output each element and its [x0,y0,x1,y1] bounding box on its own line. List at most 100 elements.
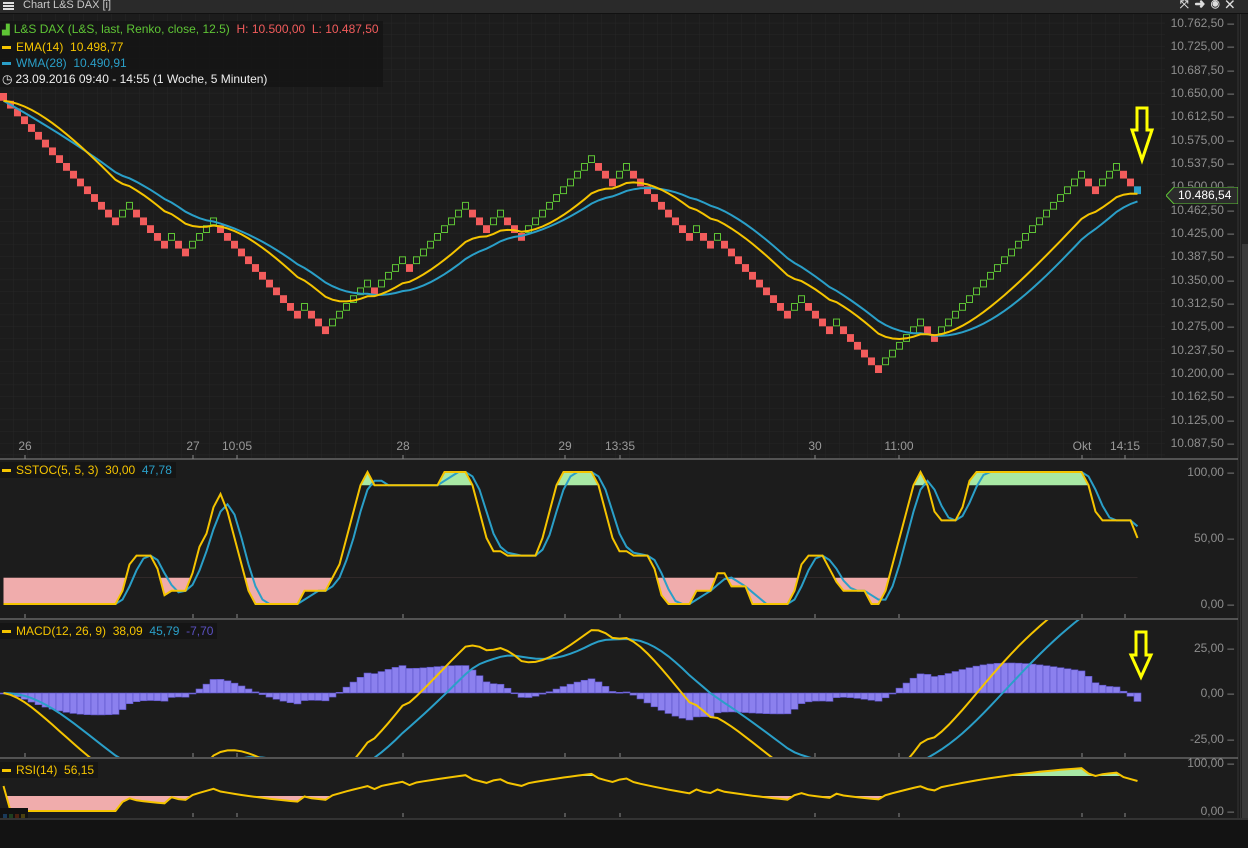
price-axis-label: 10.725,00 [1171,39,1234,53]
time-axis-label: 13:35 [604,439,636,453]
macd-histogram-bar [433,666,442,694]
macd-histogram-bar [706,692,715,718]
macd-histogram-bar [230,682,239,694]
macd-histogram-bar [895,687,904,694]
time-axis-label: 10:05 [221,439,253,453]
macd-histogram-bar [881,692,890,699]
price-axis-label: 10.612,50 [1171,109,1234,123]
rsi-panel [2,767,1138,812]
macd-histogram-bar [888,692,897,695]
macd-histogram-bar [202,683,211,694]
macd-histogram-bar [167,692,176,698]
rsi-oversold-fill [3,796,1138,811]
instrument-label: L&S DAX (L&S, last, Renko, close, 12.5) [13,22,230,36]
price-axis-label: 10.200,00 [1171,366,1234,380]
macd-histogram-bar [1042,665,1051,694]
macd-histogram-bar [545,691,554,694]
macd-histogram-bar [76,692,85,715]
renko-brick-down [175,240,182,249]
renko-brick-down [49,147,56,156]
macd-histogram-bar [538,692,547,695]
ema-label: EMA(14) [16,40,64,54]
macd-histogram-bar [818,692,827,702]
chart-canvas[interactable] [0,0,1248,846]
macd-histogram-bar [657,692,666,711]
macd-histogram-bar [958,669,967,694]
macd-label: MACD(12, 26, 9) [16,624,107,638]
macd-histogram-bar [335,691,344,694]
macd-histogram-bar [363,672,372,694]
macd-histogram-bar [573,681,582,694]
macd-histogram-bar [174,692,183,698]
macd-histogram-bar [223,680,232,694]
renko-brick-down [35,131,42,140]
main-legend: ▟ L&S DAX (L&S, last, Renko, close, 12.5)… [0,21,383,87]
macd-histogram-bar [1126,692,1135,697]
sstoc-legend: SSTOC(5, 5, 3) 30,00 47,78 [0,462,176,478]
macd-histogram-bar [643,692,652,704]
rsi-legend: RSI(14) 56,15 [0,762,99,778]
sstoc-axis-label: 100,00 [1187,465,1234,479]
macd-value: 38,09 [112,624,143,638]
price-axis-label: 10.237,50 [1171,343,1234,357]
macd-hist-value: -7,70 [186,624,214,638]
macd-histogram-bar [244,688,253,694]
renko-brick-down [161,240,168,249]
macd-histogram-bar [251,691,260,694]
macd-histogram-bar [867,692,876,701]
renko-brick-down [273,287,280,296]
macd-histogram-bar [559,686,568,694]
renko-brick-down [651,194,658,202]
low-value: L: 10.487,50 [311,22,379,36]
macd-histogram-bar [734,692,743,713]
scrollbar-thumb[interactable] [1242,244,1248,824]
down-arrow-annotation-icon [1128,630,1154,681]
macd-histogram-bar [1091,682,1100,694]
macd-histogram-bar [587,678,596,694]
macd-histogram-bar [1105,686,1114,694]
renko-brick-down [70,170,77,179]
price-axis-label: 10.125,00 [1171,413,1234,427]
macd-histogram-bar [755,692,764,714]
macd-histogram-bar [797,692,806,704]
macd-histogram-bar [748,692,757,714]
renko-brick-down [763,287,770,296]
macd-swatch-icon [2,630,11,634]
macd-histogram-bar [594,681,603,694]
time-axis-label: 30 [808,439,822,453]
renko-brick-down [700,233,707,241]
macd-histogram-bar [874,692,883,702]
macd-histogram-bar [468,669,477,694]
renko-brick-down [819,318,826,327]
renko-brick-down [28,124,35,132]
macd-histogram-bar [279,692,288,702]
macd-histogram-bar [741,692,750,713]
panel-color-dots [0,808,28,818]
renko-brick-down [224,233,231,241]
renko-brick-down [287,303,294,311]
renko-brick-down [658,201,665,210]
macd-histogram-bar [1112,686,1121,694]
renko-brick-down [868,357,875,366]
macd-histogram-bar [1119,690,1128,694]
time-axis-label: 11:00 [884,439,914,453]
macd-histogram-bar [846,692,855,698]
macd-histogram-bar [783,692,792,715]
macd-histogram-bar [1049,666,1058,694]
time-axis-label: 14:15 [1109,439,1141,453]
time-axis-label: 28 [396,439,410,453]
macd-histogram-bar [944,673,953,694]
renko-brick-down [742,264,749,272]
macd-histogram-bar [475,675,484,694]
wma-value: 10.490,91 [73,56,127,70]
vertical-scrollbar[interactable] [1240,14,1248,824]
macd-histogram-bar [265,692,274,698]
price-axis-label: 10.462,50 [1171,203,1234,217]
macd-histogram-bar [391,667,400,694]
last-price-tag: 10.486,54 [1166,187,1238,204]
renko-brick-down [854,341,861,350]
macd-histogram-bar [153,692,162,702]
macd-histogram-bar [839,692,848,698]
macd-histogram-bar [237,685,246,694]
renko-brick-down [686,233,693,241]
